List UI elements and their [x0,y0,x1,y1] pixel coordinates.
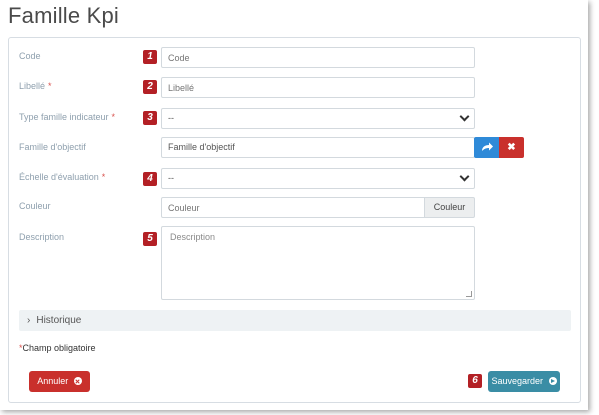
chevron-down-icon [459,171,470,182]
mandatory-note-text: Champ obligatoire [22,343,96,353]
callout-badge-3: 3 [143,111,157,125]
clear-button[interactable]: ✖ [499,137,524,158]
description-label: Description [19,232,65,242]
chevron-right-icon: › [27,315,31,326]
famille-objectif-value: Famille d'objectif [168,142,235,152]
share-button[interactable] [474,137,499,158]
required-asterisk: * [111,112,116,122]
historique-toggle[interactable]: › Historique [19,310,571,331]
save-button[interactable]: Sauvegarder [488,371,560,392]
window-frame: Famille Kpi Code 1 Libellé* 2 Type famil… [0,0,588,410]
famille-objectif-field[interactable]: Famille d'objectif [161,137,475,158]
callout-badge-5: 5 [143,232,157,246]
type-famille-label: Type famille indicateur * [19,112,116,122]
libelle-input[interactable] [161,77,475,98]
libelle-label: Libellé * [19,81,52,91]
callout-badge-1: 1 [143,50,157,64]
form-panel: Code 1 Libellé* 2 Type famille indicateu… [8,37,581,403]
callout-badge-6: 6 [468,374,482,388]
type-famille-select[interactable]: -- [161,108,475,129]
type-famille-value: -- [168,113,174,123]
times-circle-icon [73,377,82,385]
couleur-label: Couleur [19,201,51,211]
callout-badge-2: 2 [143,80,157,94]
cancel-button[interactable]: Annuler [29,371,90,392]
times-icon: ✖ [507,142,516,153]
resize-grip-icon[interactable] [466,291,472,297]
description-textarea[interactable]: Description [161,226,475,300]
required-asterisk: * [101,172,106,182]
share-icon [482,142,493,151]
mandatory-note: *Champ obligatoire [19,343,96,353]
description-placeholder: Description [170,232,216,242]
chevron-down-icon [459,111,470,122]
couleur-picker-button[interactable]: Couleur [425,197,475,218]
famille-objectif-label: Famille d'objectif [19,142,86,152]
callout-badge-4: 4 [143,172,157,186]
save-label: Sauvegarder [491,376,544,386]
cancel-label: Annuler [37,376,69,386]
code-input[interactable] [161,47,475,68]
historique-label: Historique [36,315,82,326]
echelle-value: -- [168,173,174,183]
echelle-label: Échelle d'évaluation * [19,172,106,182]
echelle-select[interactable]: -- [161,168,475,189]
code-label: Code [19,51,41,61]
page-title: Famille Kpi [8,3,120,28]
couleur-input[interactable] [161,197,425,218]
required-asterisk: * [48,81,52,91]
arrow-circle-right-icon [548,377,557,385]
